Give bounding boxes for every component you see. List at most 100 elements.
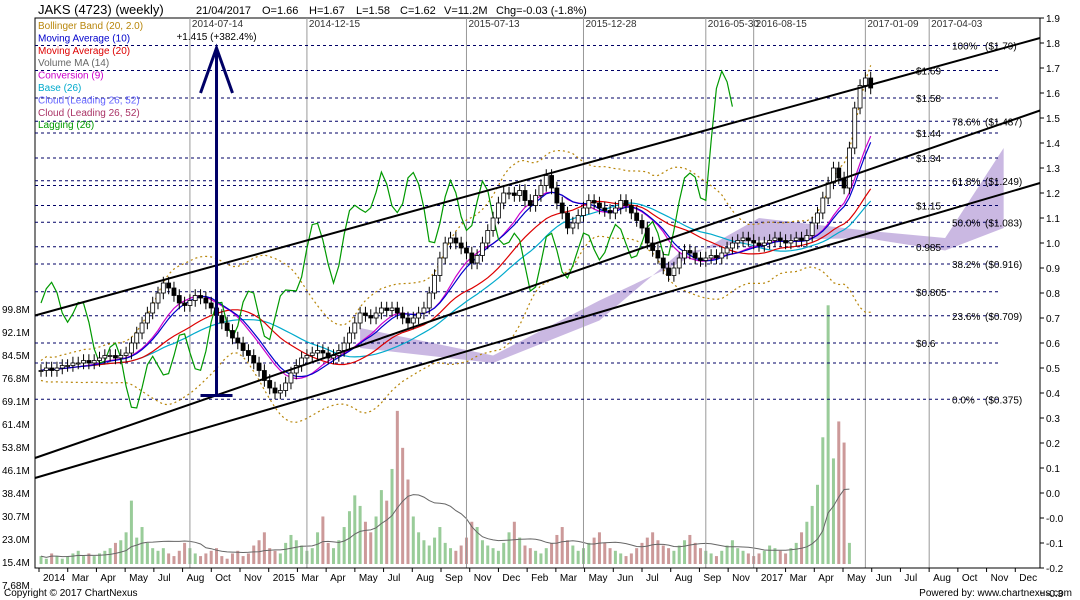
- volume-bar: [512, 521, 516, 564]
- fib-value-label: ($0.375): [985, 395, 1022, 406]
- candle-body: [453, 237, 459, 244]
- candle-body: [410, 317, 416, 324]
- volume-bar: [768, 545, 772, 564]
- date-marker-label: 2016-08-15: [756, 19, 808, 30]
- volume-bar: [810, 505, 814, 564]
- volume-bar: [480, 540, 484, 564]
- volume-bar: [193, 553, 197, 564]
- y-tick-label: 0.4: [1046, 389, 1060, 400]
- candle-body: [320, 350, 326, 354]
- candle-body: [703, 257, 709, 261]
- volume-bar: [629, 553, 633, 564]
- legend-entry: Lagging (26): [38, 120, 94, 131]
- volume-bar: [815, 484, 819, 564]
- candle-body: [224, 322, 230, 331]
- candle-body: [256, 362, 262, 371]
- volume-bar: [746, 553, 750, 564]
- volume-bar: [406, 479, 410, 564]
- volume-bar: [566, 540, 570, 564]
- volume-bar: [837, 421, 841, 564]
- candle-body: [506, 192, 512, 195]
- candle-body: [65, 365, 70, 367]
- volume-bar: [433, 537, 437, 564]
- bar-change: Chg=-0.03 (-1.8%): [496, 5, 587, 17]
- date-marker-label: 2015-12-28: [585, 19, 637, 30]
- fib-value-label: ($1.083): [985, 218, 1022, 229]
- candle-body: [54, 367, 60, 371]
- candle-body: [522, 190, 528, 201]
- volume-bar: [167, 553, 171, 564]
- date-marker-label: 2016-05-30: [708, 19, 760, 30]
- volume-bar: [454, 550, 458, 564]
- volume-bar: [230, 553, 234, 564]
- volume-bar: [66, 556, 70, 564]
- y-tick-label: 0.5: [1046, 364, 1060, 375]
- candle-body: [671, 267, 677, 276]
- y-tick-label: 0.8: [1046, 289, 1060, 300]
- candle-body: [86, 360, 92, 364]
- candle-body: [565, 212, 570, 229]
- candle-body: [405, 317, 411, 324]
- candle-body: [182, 302, 187, 306]
- candle-body: [357, 312, 363, 324]
- x-tick-label: Jul: [646, 573, 659, 584]
- candle-body: [735, 240, 741, 244]
- y-tick-label: 0.2: [1046, 439, 1060, 450]
- candle-body: [639, 220, 645, 229]
- volume-bar: [762, 550, 766, 564]
- volume-bar: [688, 534, 692, 564]
- date-marker-label: 2017-04-03: [931, 19, 983, 30]
- volume-bar: [417, 532, 421, 564]
- volume-bar: [709, 553, 713, 564]
- candle-body: [490, 217, 496, 231]
- date-marker-label: 2015-07-13: [468, 19, 520, 30]
- volume-bar: [124, 532, 128, 564]
- volume-bar: [183, 542, 187, 564]
- y-tick-label: 1.2: [1046, 189, 1060, 200]
- x-tick-label: May: [359, 573, 378, 584]
- volume-bar: [177, 550, 181, 564]
- candle-body: [139, 322, 145, 334]
- volume-tick-label: 99.8M: [2, 305, 30, 316]
- x-tick-label: Dec: [1019, 573, 1037, 584]
- volume-bar: [794, 542, 798, 564]
- volume-bar: [560, 527, 564, 564]
- candle-body: [815, 212, 820, 224]
- candle-body: [751, 240, 757, 244]
- price-level-label: $1.44: [916, 129, 941, 140]
- y-tick-label: 0.9: [1046, 264, 1060, 275]
- volume-bar: [698, 548, 702, 564]
- date-marker-label: 2014-12-15: [309, 19, 361, 30]
- candle-body: [378, 307, 384, 314]
- legend-entry: Bollinger Band (20, 2.0): [38, 21, 143, 32]
- x-tick-label: Nov: [732, 573, 750, 584]
- plot-background: [34, 17, 1041, 569]
- volume-bar: [587, 542, 591, 564]
- candle-body: [597, 202, 602, 209]
- candle-body: [373, 312, 379, 319]
- y-tick-label: 1.8: [1046, 39, 1060, 50]
- volume-tick-label: 53.8M: [2, 443, 30, 454]
- candle-body: [698, 257, 703, 261]
- volume-bar: [438, 527, 442, 564]
- y-tick-label: 0.0: [1046, 489, 1060, 500]
- candle-body: [602, 207, 608, 211]
- candle-body: [107, 355, 113, 357]
- volume-bar: [523, 545, 527, 564]
- volume-bar: [204, 553, 208, 564]
- volume-bar: [778, 550, 782, 564]
- candle-body: [772, 237, 778, 241]
- candle-body: [549, 175, 554, 189]
- x-tick-label: Aug: [187, 573, 205, 584]
- volume-bar: [427, 545, 431, 564]
- volume-bar: [613, 550, 617, 564]
- volume-bar: [847, 542, 851, 564]
- candle-body: [442, 242, 448, 259]
- candle-body: [708, 255, 714, 259]
- candle-body: [793, 237, 799, 241]
- volume-bar: [411, 516, 415, 564]
- bar-volume: V=11.2M: [444, 5, 488, 17]
- candle-body: [70, 362, 76, 366]
- candle-body: [166, 282, 172, 289]
- volume-tick-label: 38.4M: [2, 489, 30, 500]
